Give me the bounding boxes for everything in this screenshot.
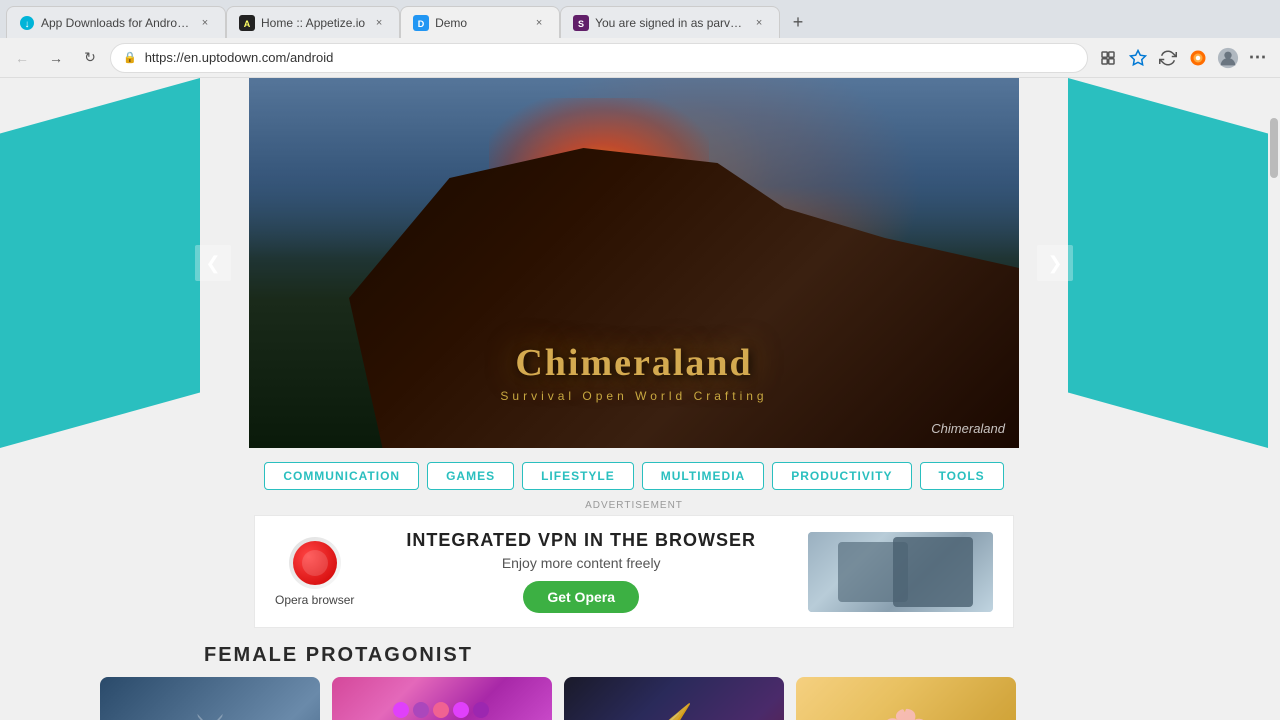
new-tab-button[interactable]: +: [784, 8, 812, 36]
svg-text:S: S: [578, 19, 584, 29]
tab-title-uptodown: App Downloads for Android - ...: [41, 16, 191, 30]
banner-watermark: Chimeraland: [931, 421, 1005, 436]
browser-icon[interactable]: [1184, 44, 1212, 72]
app-art-3: ⚡: [564, 692, 784, 720]
tab-favicon-slack: S: [573, 15, 589, 31]
tab-title-appetize: Home :: Appetize.io: [261, 16, 365, 30]
tab-title-demo: Demo: [435, 16, 525, 30]
banner-image[interactable]: Chimeraland Survival Open World Crafting…: [249, 78, 1019, 448]
tab-favicon-appetize: A: [239, 15, 255, 31]
get-opera-button[interactable]: Get Opera: [523, 581, 639, 613]
banner-next-button[interactable]: ❯: [1037, 245, 1073, 281]
scrollbar-thumb[interactable]: [1270, 118, 1278, 178]
scrollbar[interactable]: [1268, 78, 1280, 720]
advertisement-wrapper: ADVERTISEMENT Opera browser INTEGRATED V…: [254, 500, 1014, 628]
banner-section: Chimeraland Survival Open World Crafting…: [0, 78, 1268, 448]
lock-icon: 🔒: [123, 51, 137, 64]
tab-demo[interactable]: D Demo ×: [400, 6, 560, 38]
tab-bar: ↓ App Downloads for Android - ... × A Ho…: [0, 0, 1280, 38]
tab-games[interactable]: GAMES: [427, 462, 514, 490]
sync-icon[interactable]: [1154, 44, 1182, 72]
tab-communication[interactable]: COMMUNICATION: [264, 462, 419, 490]
app-card-3[interactable]: ⚡: [564, 677, 784, 720]
person-silhouette-2: [893, 537, 973, 607]
tab-lifestyle[interactable]: LIFESTYLE: [522, 462, 634, 490]
opera-label: Opera browser: [275, 593, 354, 607]
tab-slack[interactable]: S You are signed in as parveen.ku... ×: [560, 6, 780, 38]
section-title: FEMALE PROTAGONIST: [104, 628, 1164, 677]
page-content: Chimeraland Survival Open World Crafting…: [0, 78, 1280, 720]
tab-title-slack: You are signed in as parveen.ku...: [595, 16, 745, 30]
ad-description: Enjoy more content freely: [374, 555, 788, 571]
tab-favicon-uptodown: ↓: [19, 15, 35, 31]
tab-productivity[interactable]: PRODUCTIVITY: [772, 462, 911, 490]
game-subtitle: Survival Open World Crafting: [249, 389, 1019, 403]
app-art-1: ⚔: [100, 697, 320, 720]
address-bar[interactable]: 🔒 https://en.uptodown.com/android: [110, 43, 1088, 73]
app-grid: ⚔ ⚡: [0, 677, 1268, 720]
ad-content: INTEGRATED VPN IN THE BROWSER Enjoy more…: [374, 530, 788, 613]
svg-text:A: A: [244, 19, 251, 29]
refresh-button[interactable]: ↻: [76, 44, 104, 72]
forward-button[interactable]: →: [42, 44, 70, 72]
app-card-4[interactable]: 🌸: [796, 677, 1016, 720]
tab-close-uptodown[interactable]: ×: [197, 15, 213, 31]
menu-button[interactable]: ⋯: [1244, 44, 1272, 72]
tab-tools[interactable]: TOOLS: [920, 462, 1004, 490]
category-tabs: COMMUNICATION GAMES LIFESTYLE MULTIMEDIA…: [264, 448, 1003, 500]
url-text: https://en.uptodown.com/android: [145, 50, 334, 65]
ad-label: ADVERTISEMENT: [254, 500, 1014, 511]
extensions-icon[interactable]: [1094, 44, 1122, 72]
app-card-1[interactable]: ⚔: [100, 677, 320, 720]
toolbar-icons: ⋯: [1094, 44, 1272, 72]
back-button[interactable]: ←: [8, 44, 36, 72]
tab-appetize[interactable]: A Home :: Appetize.io ×: [226, 6, 400, 38]
tab-favicon-demo: D: [413, 15, 429, 31]
svg-text:↓: ↓: [25, 19, 30, 30]
tab-close-slack[interactable]: ×: [751, 15, 767, 31]
favorites-icon[interactable]: [1124, 44, 1152, 72]
banner-teal-left: [0, 78, 200, 448]
tab-multimedia[interactable]: MULTIMEDIA: [642, 462, 764, 490]
banner-logo-area: Chimeraland Survival Open World Crafting: [249, 341, 1019, 403]
ad-title: INTEGRATED VPN IN THE BROWSER: [374, 530, 788, 551]
banner-teal-right: [1068, 78, 1268, 448]
address-bar-row: ← → ↻ 🔒 https://en.uptodown.com/android: [0, 38, 1280, 78]
ad-image: [808, 532, 993, 612]
opera-inner: [302, 550, 328, 576]
tab-close-appetize[interactable]: ×: [371, 15, 387, 31]
opera-logo: Opera browser: [275, 537, 354, 607]
opera-o-shape: [293, 541, 337, 585]
tab-close-demo[interactable]: ×: [531, 15, 547, 31]
main-area: Chimeraland Survival Open World Crafting…: [0, 78, 1268, 720]
tab-uptodown[interactable]: ↓ App Downloads for Android - ... ×: [6, 6, 226, 38]
browser-window: ↓ App Downloads for Android - ... × A Ho…: [0, 0, 1280, 720]
svg-text:D: D: [418, 19, 425, 29]
app-card-2[interactable]: [332, 677, 552, 720]
ad-inner: Opera browser INTEGRATED VPN IN THE BROW…: [254, 515, 1014, 628]
banner-prev-button[interactable]: ❮: [195, 245, 231, 281]
opera-icon: [289, 537, 341, 589]
app-art-4: 🌸: [796, 697, 1016, 720]
app-art-2: [332, 692, 552, 720]
profile-icon[interactable]: [1214, 44, 1242, 72]
game-title: Chimeraland: [249, 341, 1019, 385]
